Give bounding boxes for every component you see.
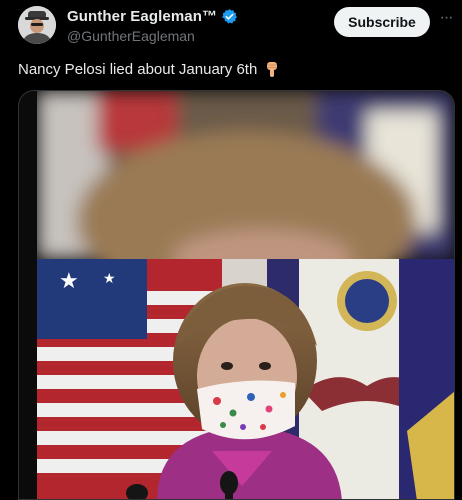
svg-text:★: ★ (103, 271, 116, 287)
tweet-text-content: Nancy Pelosi lied about January 6th (18, 60, 258, 78)
subscribe-button[interactable]: Subscribe (334, 7, 430, 37)
tweet-card: Gunther Eagleman™ @GuntherEagleman Subsc… (0, 0, 462, 500)
verified-badge-icon (221, 8, 238, 25)
tweet-media[interactable]: ★ ★ (18, 90, 455, 500)
author-display-name[interactable]: Gunther Eagleman™ (67, 8, 217, 25)
author-name-row[interactable]: Gunther Eagleman™ (67, 8, 238, 25)
pointing-down-emoji-icon (263, 60, 281, 78)
author-avatar[interactable] (18, 6, 56, 44)
svg-text:★: ★ (59, 269, 79, 294)
author-handle[interactable]: @GuntherEagleman (67, 28, 195, 44)
more-options-icon[interactable]: ··· (438, 10, 454, 32)
video-preview-image[interactable]: ★ ★ (37, 91, 454, 499)
tweet-text: Nancy Pelosi lied about January 6th (18, 60, 281, 78)
